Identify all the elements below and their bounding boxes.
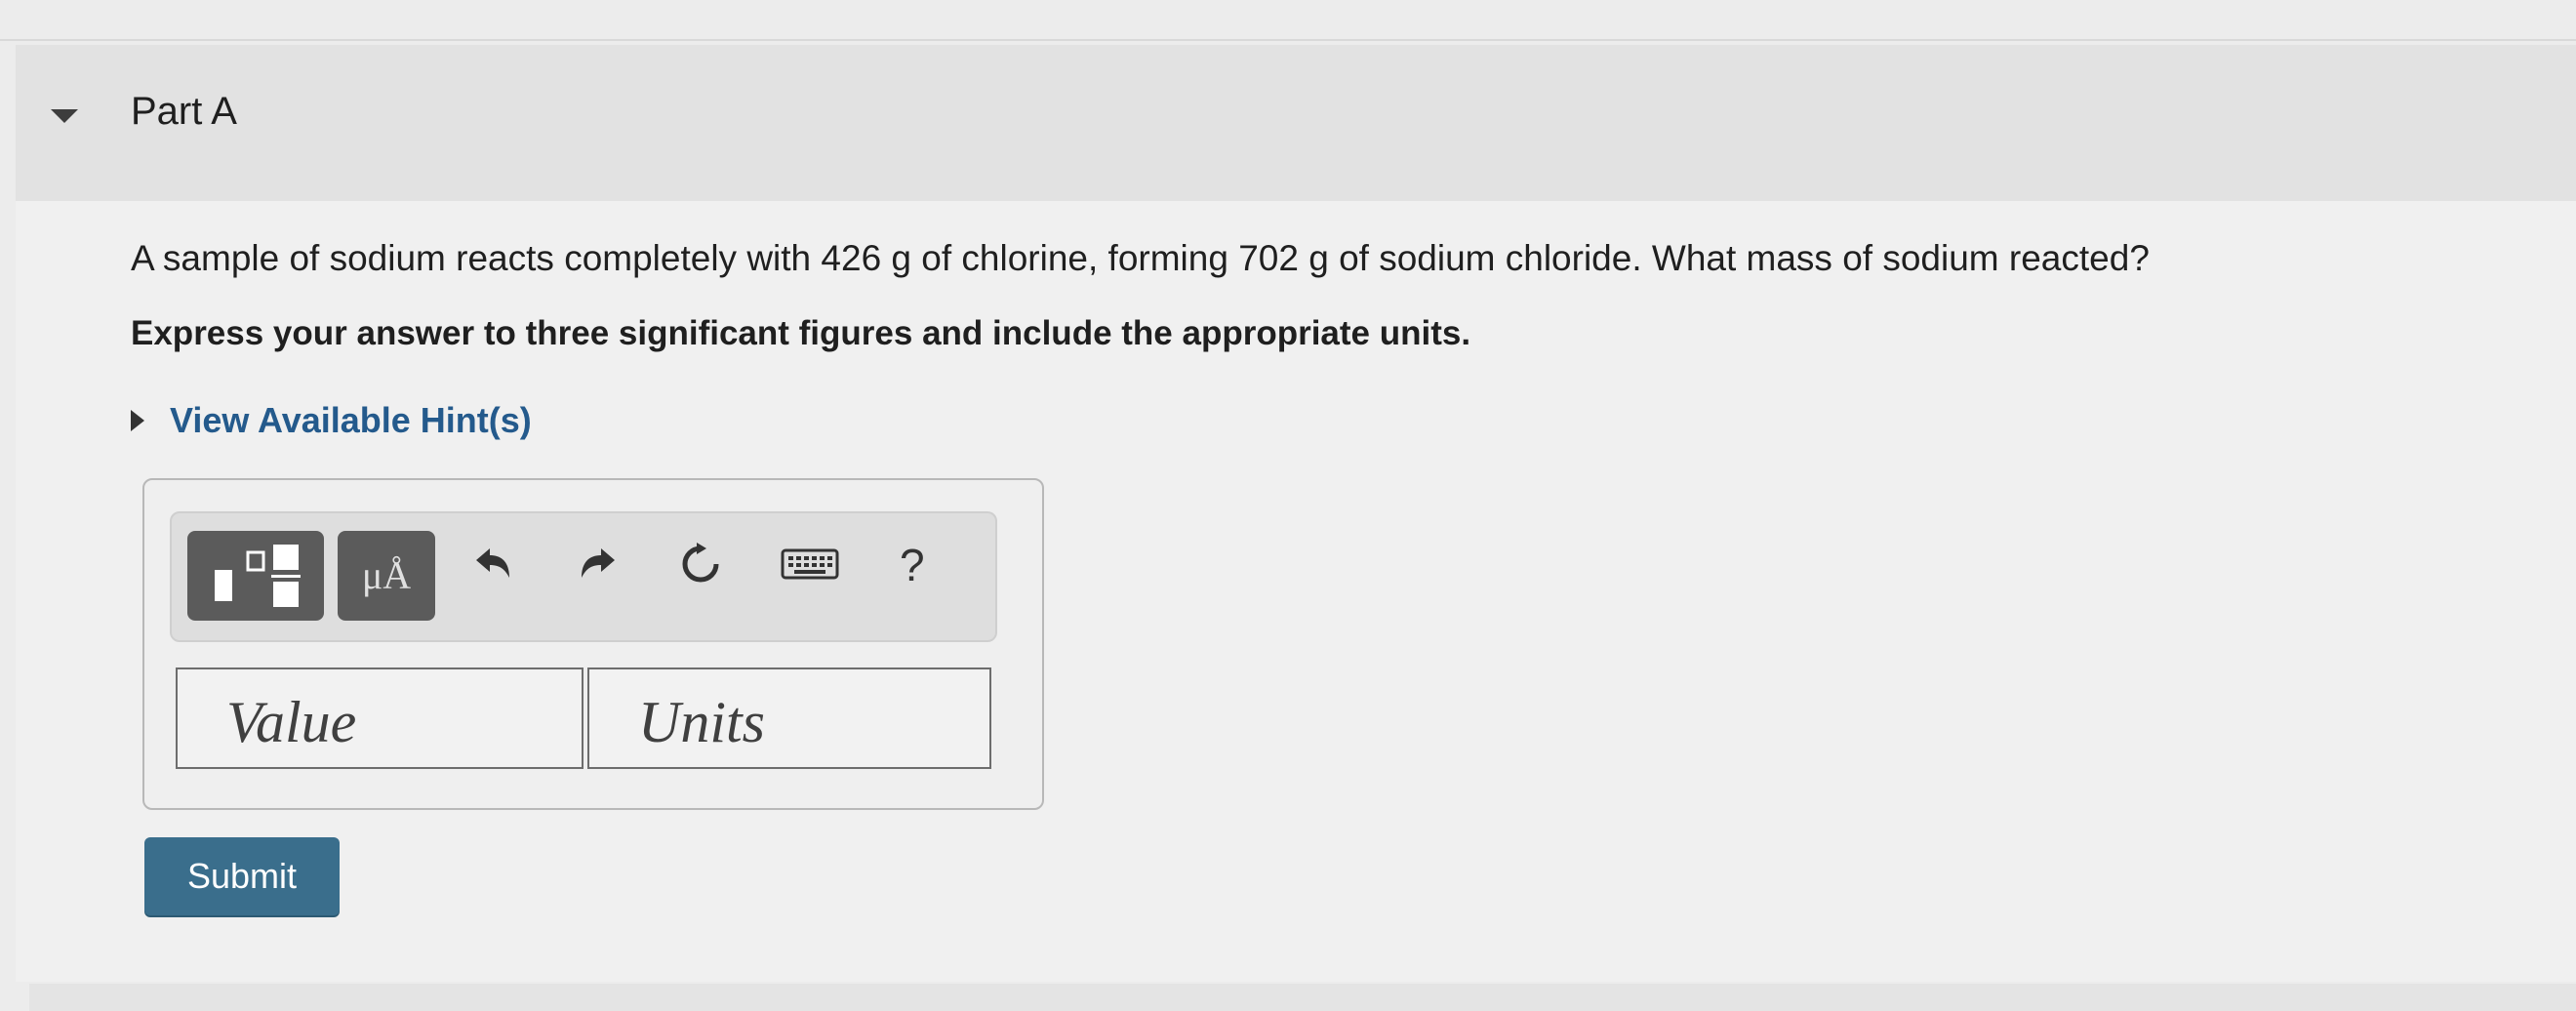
units-input[interactable]: Units [587, 667, 991, 769]
units-symbol: μÅ [361, 553, 412, 597]
units-placeholder: Units [638, 690, 766, 754]
undo-icon[interactable] [470, 541, 517, 587]
value-placeholder: Value [226, 690, 357, 754]
value-input[interactable]: Value [176, 667, 584, 769]
units-button[interactable]: μÅ [338, 531, 435, 621]
expand-arrow-icon [131, 410, 144, 431]
top-divider [0, 39, 2576, 41]
bottom-band [29, 984, 2576, 1011]
answer-instructions: Express your answer to three significant… [131, 314, 1471, 352]
templates-icon [215, 545, 301, 607]
submit-button[interactable]: Submit [144, 837, 340, 915]
redo-icon[interactable] [574, 541, 621, 587]
part-header[interactable] [16, 45, 2576, 201]
question-text: A sample of sodium reacts completely wit… [131, 238, 2150, 278]
part-title: Part A [131, 90, 237, 133]
keyboard-icon[interactable] [781, 541, 839, 587]
collapse-arrow-icon[interactable] [51, 109, 78, 123]
view-hints-label: View Available Hint(s) [170, 400, 532, 440]
view-hints-toggle[interactable]: View Available Hint(s) [131, 400, 532, 441]
help-icon[interactable]: ? [900, 539, 925, 591]
templates-button[interactable] [187, 531, 324, 621]
reset-icon[interactable] [677, 541, 724, 587]
math-toolbar: μÅ ? [170, 511, 997, 642]
